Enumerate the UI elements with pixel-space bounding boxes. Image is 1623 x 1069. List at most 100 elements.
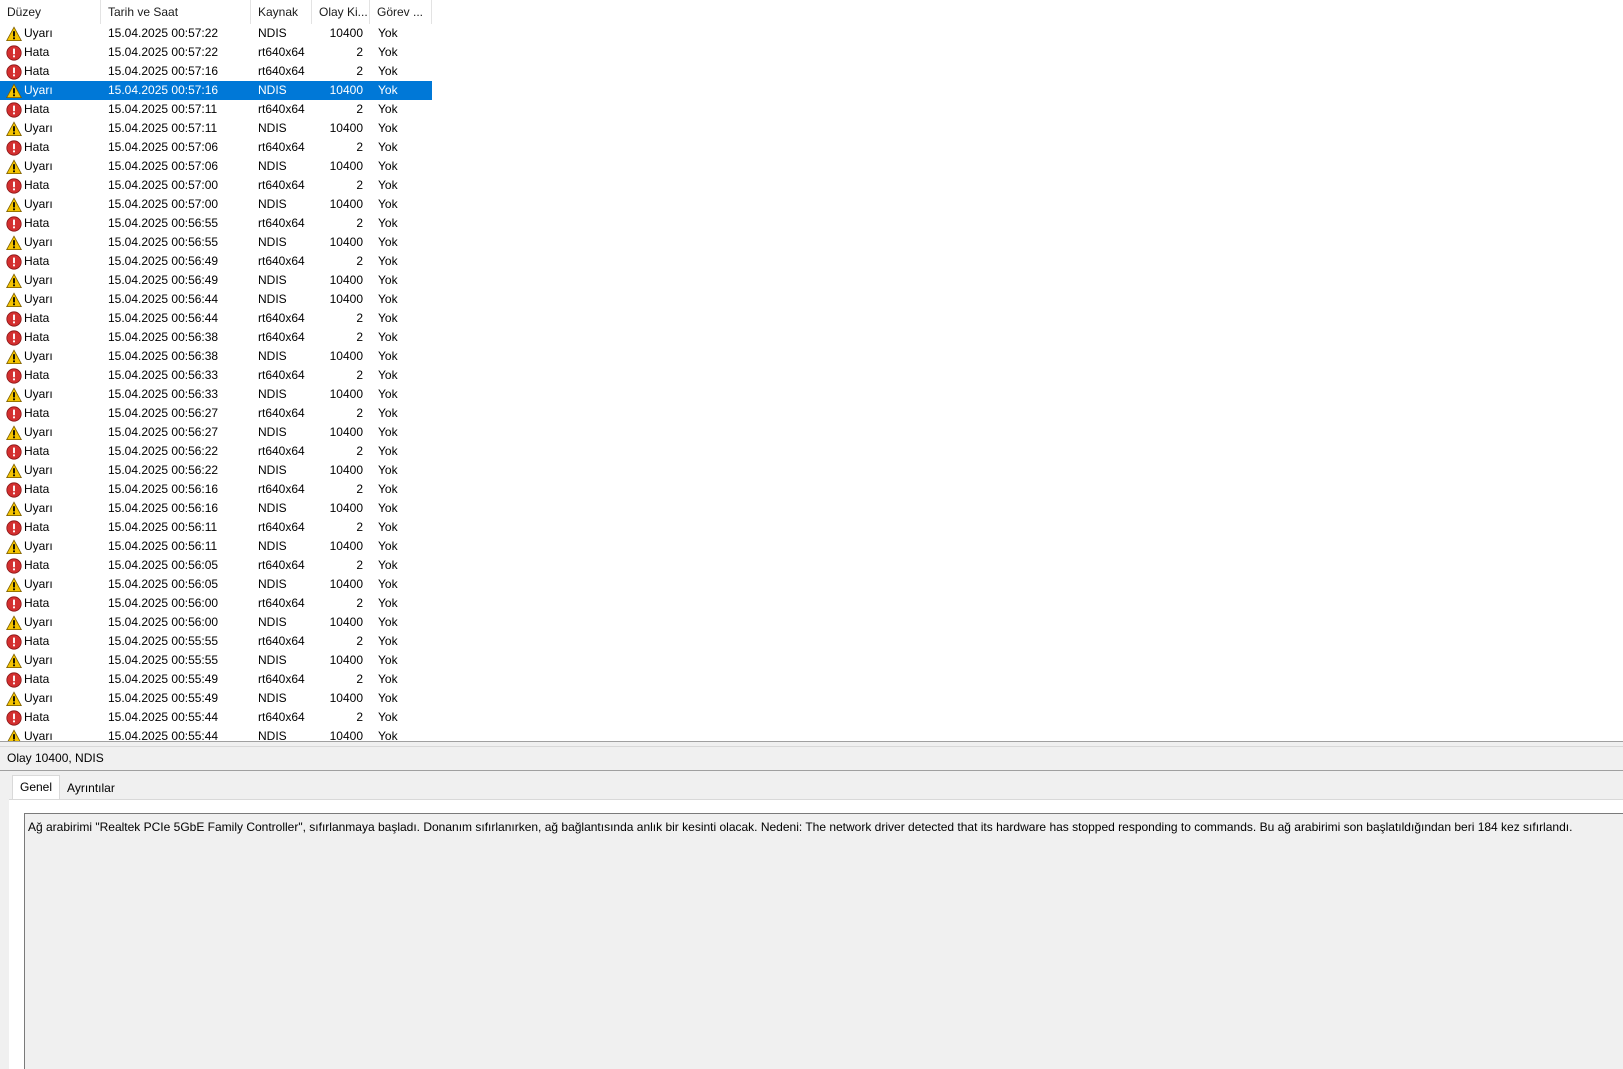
cell-event-id: 2 <box>356 558 363 572</box>
tab-details[interactable]: Ayrıntılar <box>60 777 122 799</box>
cell-level: Hata <box>0 404 101 423</box>
cell-task: Yok <box>378 254 398 268</box>
table-row[interactable]: Uyarı 15.04.2025 00:57:06 NDIS 10400 Yok <box>0 157 432 176</box>
cell-task: Yok <box>378 26 398 40</box>
cell-source: rt640x64 <box>258 178 305 192</box>
cell-source: rt640x64 <box>258 672 305 686</box>
table-row[interactable]: Hata 15.04.2025 00:57:22 rt640x64 2 Yok <box>0 43 432 62</box>
table-row[interactable]: Hata 15.04.2025 00:55:49 rt640x64 2 Yok <box>0 670 432 689</box>
cell-event-id: 2 <box>356 330 363 344</box>
level-label: Uyarı <box>24 691 53 705</box>
cell-source: NDIS <box>258 615 287 629</box>
table-row[interactable]: Uyarı 15.04.2025 00:56:38 NDIS 10400 Yok <box>0 347 432 366</box>
table-row[interactable]: Hata 15.04.2025 00:57:06 rt640x64 2 Yok <box>0 138 432 157</box>
level-label: Hata <box>24 64 50 78</box>
level-label: Uyarı <box>24 349 53 363</box>
table-row[interactable]: Hata 15.04.2025 00:56:22 rt640x64 2 Yok <box>0 442 432 461</box>
cell-source: NDIS <box>258 539 287 553</box>
column-header-source[interactable]: Kaynak <box>251 0 312 24</box>
level-label: Hata <box>24 216 50 230</box>
table-row[interactable]: Uyarı 15.04.2025 00:57:11 NDIS 10400 Yok <box>0 119 432 138</box>
warning-icon <box>6 462 22 478</box>
cell-level: Uyarı <box>0 24 101 43</box>
level-label: Uyarı <box>24 539 53 553</box>
level-label: Hata <box>24 444 50 458</box>
cell-source: rt640x64 <box>258 520 305 534</box>
cell-event-id: 10400 <box>329 615 363 629</box>
column-header-date[interactable]: Tarih ve Saat <box>101 0 251 24</box>
cell-date: 15.04.2025 00:56:11 <box>108 520 218 534</box>
cell-task: Yok <box>378 634 398 648</box>
cell-source: NDIS <box>258 501 287 515</box>
cell-source: NDIS <box>258 729 287 741</box>
table-row[interactable]: Uyarı 15.04.2025 00:56:11 NDIS 10400 Yok <box>0 537 432 556</box>
table-row[interactable]: Hata 15.04.2025 00:57:16 rt640x64 2 Yok <box>0 62 432 81</box>
table-row[interactable]: Uyarı 15.04.2025 00:56:22 NDIS 10400 Yok <box>0 461 432 480</box>
level-label: Hata <box>24 330 50 344</box>
cell-date: 15.04.2025 00:56:22 <box>108 444 219 458</box>
column-header-task[interactable]: Görev ... <box>370 0 432 24</box>
table-row[interactable]: Uyarı 15.04.2025 00:55:49 NDIS 10400 Yok <box>0 689 432 708</box>
tab-general[interactable]: Genel <box>12 775 61 799</box>
table-row[interactable]: Hata 15.04.2025 00:55:55 rt640x64 2 Yok <box>0 632 432 651</box>
table-row[interactable]: Uyarı 15.04.2025 00:56:27 NDIS 10400 Yok <box>0 423 432 442</box>
error-icon <box>6 671 22 688</box>
cell-event-id: 2 <box>356 102 363 116</box>
cell-event-id: 2 <box>356 178 363 192</box>
cell-event-id: 10400 <box>329 197 363 211</box>
table-row[interactable]: Uyarı 15.04.2025 00:56:16 NDIS 10400 Yok <box>0 499 432 518</box>
error-icon <box>6 367 22 384</box>
table-row[interactable]: Uyarı 15.04.2025 00:56:49 NDIS 10400 Yok <box>0 271 432 290</box>
error-icon <box>6 443 22 460</box>
table-row[interactable]: Uyarı 15.04.2025 00:57:00 NDIS 10400 Yok <box>0 195 432 214</box>
table-row[interactable]: Hata 15.04.2025 00:55:44 rt640x64 2 Yok <box>0 708 432 727</box>
table-row[interactable]: Hata 15.04.2025 00:56:11 rt640x64 2 Yok <box>0 518 432 537</box>
cell-level: Uyarı <box>0 157 101 176</box>
cell-level: Hata <box>0 518 101 537</box>
table-row[interactable]: Hata 15.04.2025 00:56:49 rt640x64 2 Yok <box>0 252 432 271</box>
table-row[interactable]: Uyarı 15.04.2025 00:55:55 NDIS 10400 Yok <box>0 651 432 670</box>
level-label: Uyarı <box>24 197 53 211</box>
table-row[interactable]: Uyarı 15.04.2025 00:56:33 NDIS 10400 Yok <box>0 385 432 404</box>
table-row[interactable]: Uyarı 15.04.2025 00:56:55 NDIS 10400 Yok <box>0 233 432 252</box>
table-row[interactable]: Hata 15.04.2025 00:56:44 rt640x64 2 Yok <box>0 309 432 328</box>
table-row[interactable]: Uyarı 15.04.2025 00:57:22 NDIS 10400 Yok <box>0 24 432 43</box>
cell-source: NDIS <box>258 653 287 667</box>
table-row[interactable]: Hata 15.04.2025 00:56:55 rt640x64 2 Yok <box>0 214 432 233</box>
cell-date: 15.04.2025 00:56:22 <box>108 463 219 477</box>
cell-task: Yok <box>378 406 398 420</box>
table-row[interactable]: Uyarı 15.04.2025 00:55:44 NDIS 10400 Yok <box>0 727 432 741</box>
cell-date: 15.04.2025 00:56:38 <box>108 349 219 363</box>
table-row[interactable]: Hata 15.04.2025 00:56:27 rt640x64 2 Yok <box>0 404 432 423</box>
cell-task: Yok <box>378 672 398 686</box>
column-header-level[interactable]: Düzey <box>0 0 101 24</box>
cell-level: Hata <box>0 594 101 613</box>
event-description[interactable]: Ağ arabirimi "Realtek PCIe 5GbE Family C… <box>24 813 1623 1069</box>
table-row[interactable]: Hata 15.04.2025 00:56:05 rt640x64 2 Yok <box>0 556 432 575</box>
cell-event-id: 10400 <box>329 273 363 287</box>
cell-level: Hata <box>0 176 101 195</box>
cell-date: 15.04.2025 00:55:44 <box>108 729 219 741</box>
cell-source: rt640x64 <box>258 482 305 496</box>
cell-task: Yok <box>378 178 398 192</box>
table-row[interactable]: Uyarı 15.04.2025 00:56:00 NDIS 10400 Yok <box>0 613 432 632</box>
level-label: Uyarı <box>24 292 53 306</box>
column-header-event-id[interactable]: Olay Ki... <box>312 0 370 24</box>
table-row[interactable]: Uyarı 15.04.2025 00:57:16 NDIS 10400 Yok <box>0 81 432 100</box>
table-row[interactable]: Hata 15.04.2025 00:56:00 rt640x64 2 Yok <box>0 594 432 613</box>
cell-source: rt640x64 <box>258 596 305 610</box>
cell-date: 15.04.2025 00:56:55 <box>108 235 219 249</box>
error-icon <box>6 557 22 574</box>
table-row[interactable]: Hata 15.04.2025 00:57:00 rt640x64 2 Yok <box>0 176 432 195</box>
cell-level: Hata <box>0 366 101 385</box>
table-row[interactable]: Hata 15.04.2025 00:56:38 rt640x64 2 Yok <box>0 328 432 347</box>
event-list-pane: Düzey Tarih ve Saat Kaynak Olay Ki... Gö… <box>0 0 1623 741</box>
table-row[interactable]: Hata 15.04.2025 00:56:16 rt640x64 2 Yok <box>0 480 432 499</box>
table-row[interactable]: Uyarı 15.04.2025 00:56:44 NDIS 10400 Yok <box>0 290 432 309</box>
table-row[interactable]: Hata 15.04.2025 00:57:11 rt640x64 2 Yok <box>0 100 432 119</box>
cell-event-id: 2 <box>356 672 363 686</box>
error-icon <box>6 101 22 118</box>
event-detail-pane: Olay 10400, NDIS Genel Ayrıntılar Ağ ara… <box>0 747 1623 1069</box>
table-row[interactable]: Hata 15.04.2025 00:56:33 rt640x64 2 Yok <box>0 366 432 385</box>
table-row[interactable]: Uyarı 15.04.2025 00:56:05 NDIS 10400 Yok <box>0 575 432 594</box>
